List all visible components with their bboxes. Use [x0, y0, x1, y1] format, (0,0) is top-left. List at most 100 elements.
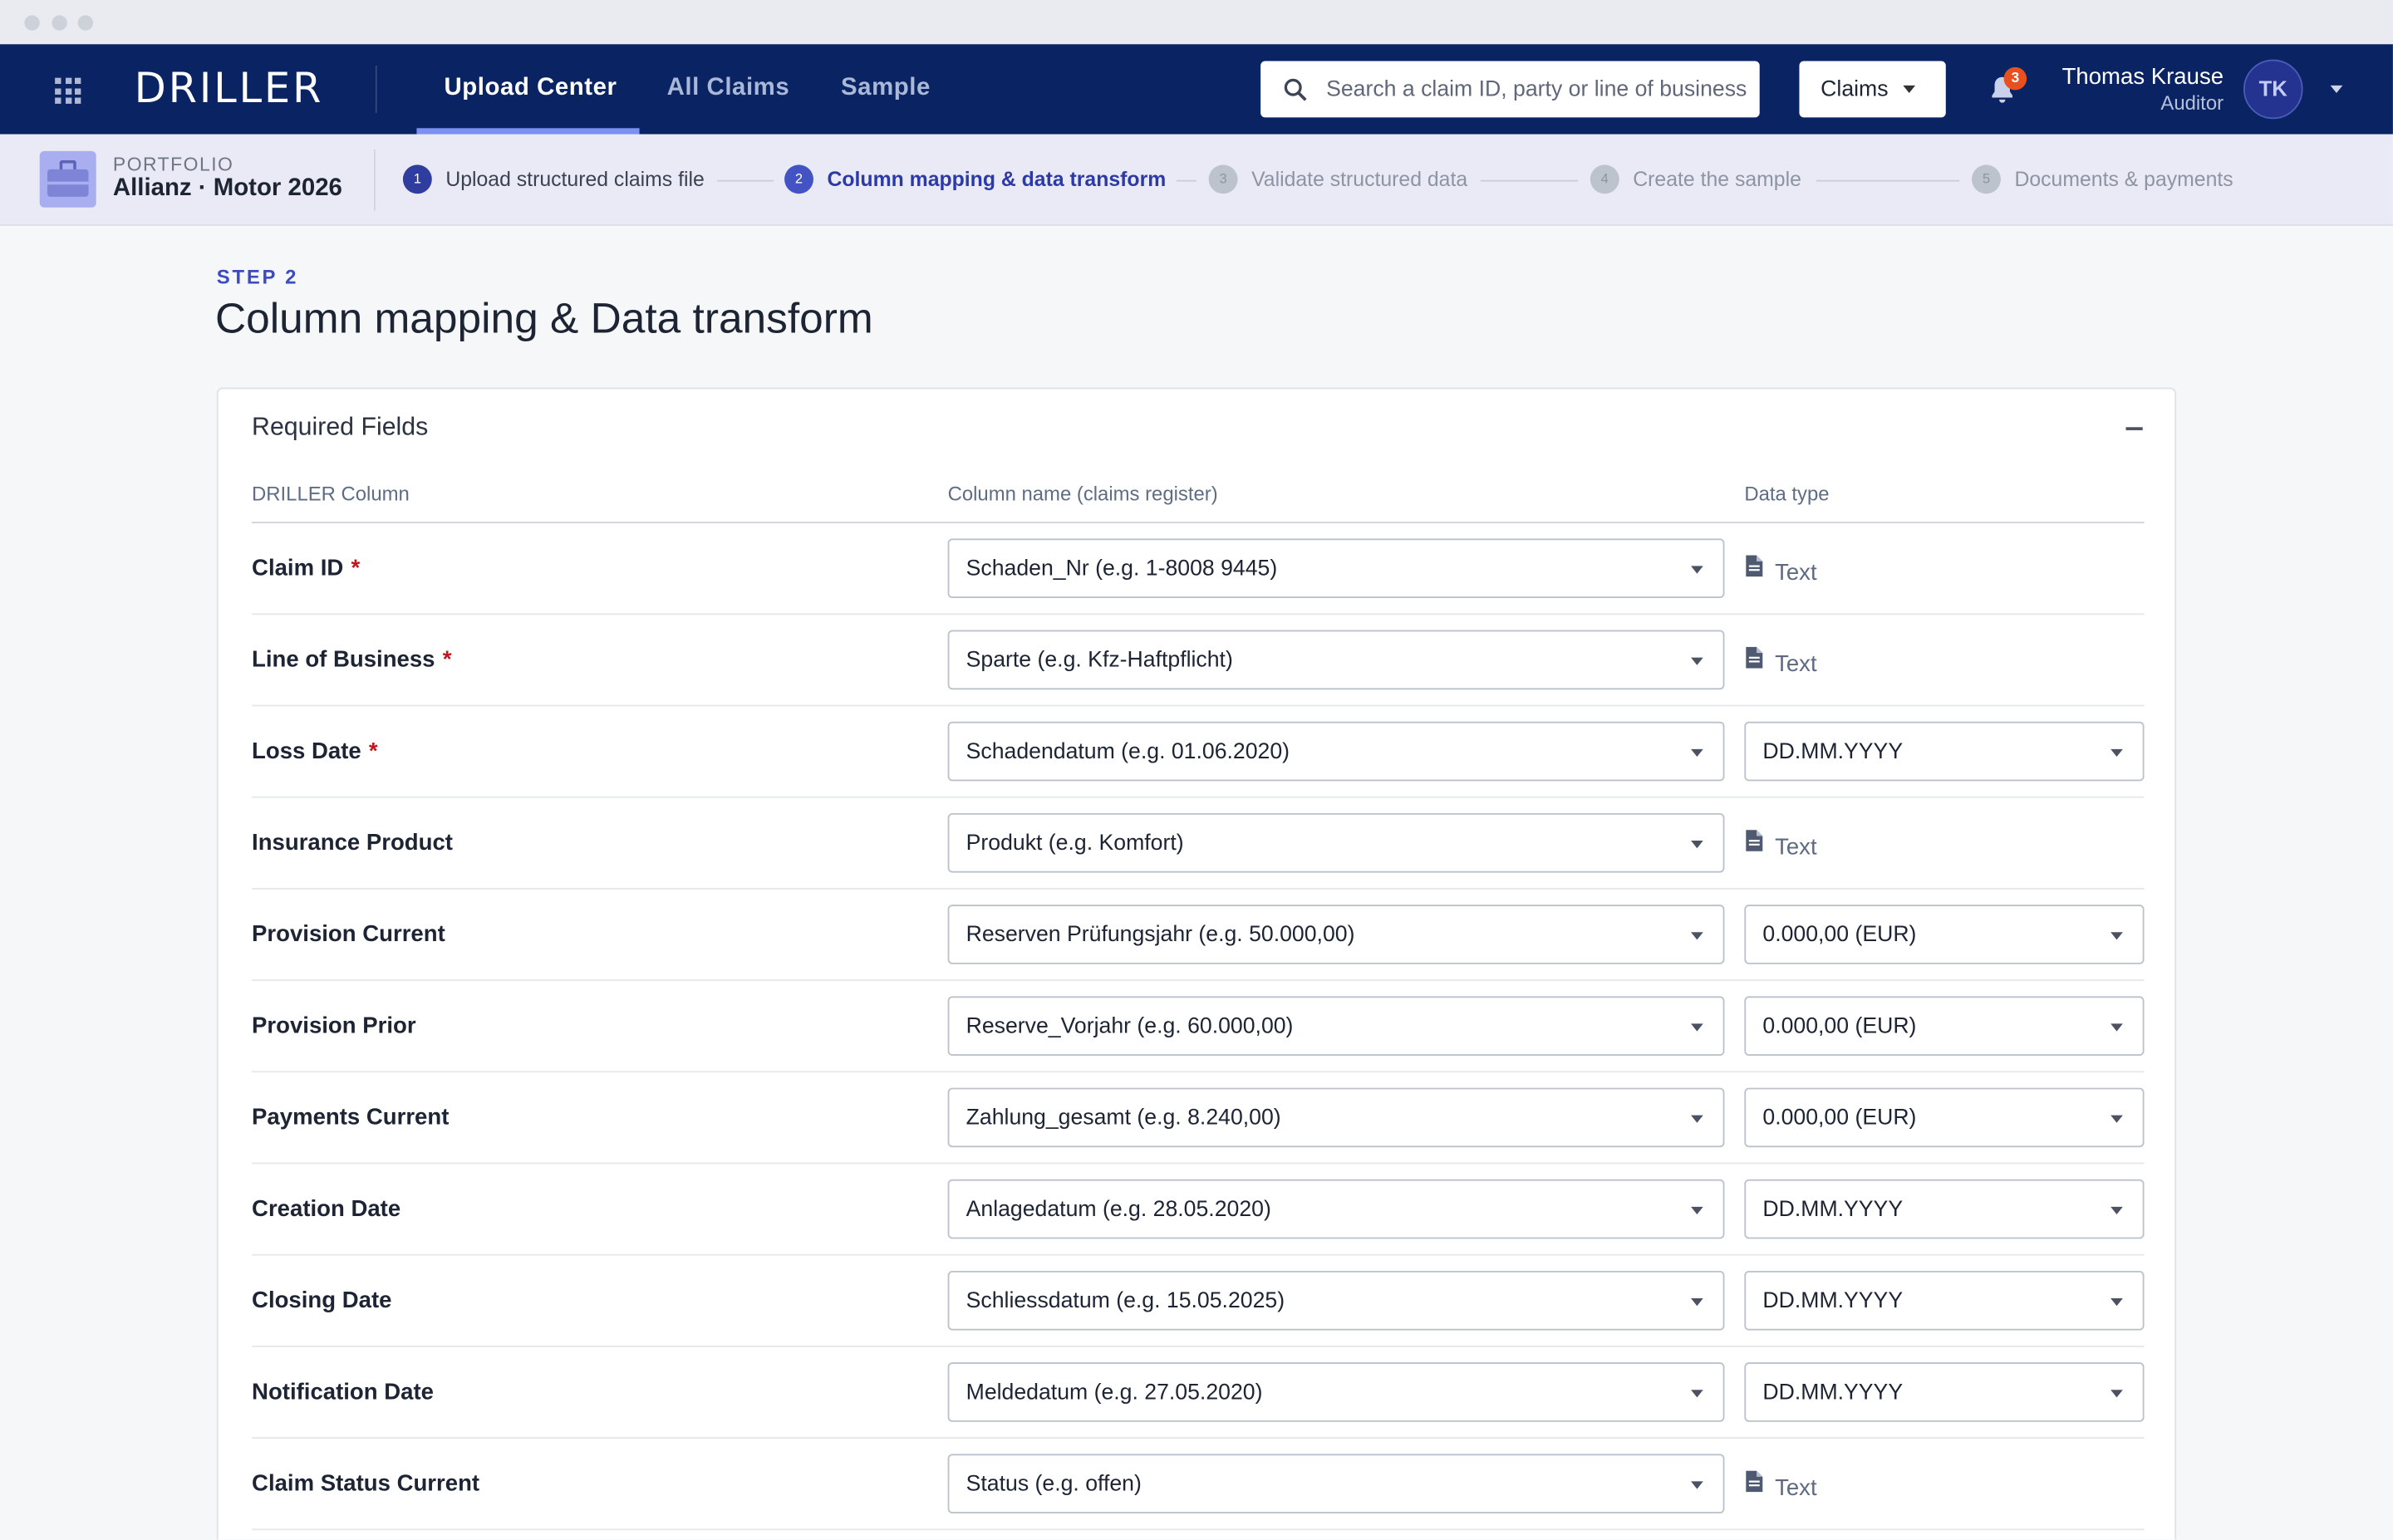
chevron-down-icon — [2110, 1115, 2123, 1123]
column-select[interactable]: Produkt (e.g. Komfort) — [947, 812, 1725, 873]
field-label-text: Notification Date — [252, 1379, 434, 1405]
row-divider — [252, 1162, 2145, 1165]
field-label: Creation Date — [252, 1196, 408, 1222]
collapse-icon[interactable] — [2125, 427, 2143, 430]
search-input[interactable]: Search a claim ID, party or line of busi… — [1260, 61, 1760, 118]
row-divider — [252, 979, 2145, 981]
document-icon — [1746, 646, 1763, 669]
avatar[interactable]: TK — [2243, 59, 2303, 120]
column-select[interactable]: Reserve_Vorjahr (e.g. 60.000,00) — [947, 996, 1725, 1056]
user-role: Auditor — [2160, 91, 2224, 115]
data-type-select[interactable]: 0.000,00 (EUR) — [1744, 905, 2145, 964]
data-type-select[interactable]: DD.MM.YYYY — [1744, 1270, 2145, 1331]
chevron-down-icon — [1691, 932, 1703, 940]
field-label: Closing Date — [252, 1287, 400, 1313]
document-icon — [1746, 830, 1763, 851]
row-divider — [252, 887, 2145, 890]
field-label-text: Loss Date — [252, 738, 361, 765]
chevron-down-icon — [1691, 566, 1703, 574]
column-select-value: Schadendatum (e.g. 01.06.2020) — [966, 739, 1290, 765]
data-type-select[interactable]: DD.MM.YYYY — [1744, 1362, 2145, 1422]
column-select-value: Status (e.g. offen) — [966, 1472, 1142, 1497]
column-select[interactable]: Schliessdatum (e.g. 15.05.2025) — [947, 1270, 1725, 1331]
field-label: Notification Date — [252, 1379, 441, 1405]
step-connector — [1480, 179, 1579, 182]
logo[interactable]: DRILLER — [135, 66, 324, 113]
chevron-down-icon — [2110, 1390, 2123, 1398]
briefcase-icon — [39, 150, 96, 208]
chevron-down-icon — [1691, 841, 1703, 849]
row-divider — [252, 613, 2145, 616]
data-type-select[interactable]: 0.000,00 (EUR) — [1744, 996, 2145, 1056]
data-type-label: Text — [1775, 560, 1817, 586]
user-name: Thomas Krause — [2061, 64, 2224, 91]
app-grid-icon[interactable] — [55, 77, 81, 104]
portfolio-name[interactable]: Allianz · Motor 2026 — [113, 175, 342, 203]
step-kicker: STEP 2 — [216, 265, 299, 289]
column-header-data-type: Data type — [1744, 482, 1830, 505]
nav-all-claims[interactable]: All Claims — [667, 75, 790, 102]
step-connector — [717, 179, 774, 182]
chevron-down-icon — [1691, 1298, 1703, 1307]
column-select[interactable]: Anlagedatum (e.g. 28.05.2020) — [947, 1179, 1725, 1239]
document-icon — [1746, 1470, 1763, 1493]
data-type-select-value: 0.000,00 (EUR) — [1762, 1106, 1917, 1130]
column-select-value: Sparte (e.g. Kfz-Haftpflicht) — [966, 648, 1233, 673]
data-type-label: Text — [1775, 834, 1817, 861]
field-label: Line of Business * — [252, 647, 451, 673]
required-marker: * — [442, 646, 452, 673]
section-title: Required Fields — [252, 413, 429, 441]
column-select[interactable]: Schaden_Nr (e.g. 1-8008 9445) — [947, 538, 1725, 598]
window-dot[interactable] — [24, 15, 40, 31]
nav-sample[interactable]: Sample — [841, 75, 931, 102]
column-select[interactable]: Zahlung_gesamt (e.g. 8.240,00) — [947, 1087, 1725, 1148]
field-label-text: Claim ID — [252, 555, 344, 581]
row-divider — [252, 1528, 2145, 1531]
step-connector — [1816, 179, 1960, 182]
row-divider — [252, 796, 2145, 798]
chevron-down-icon — [1903, 85, 1916, 94]
field-label: Provision Prior — [252, 1013, 424, 1039]
field-label-text: Insurance Product — [252, 830, 453, 856]
scope-select[interactable]: Claims — [1799, 61, 1946, 118]
column-select-value: Anlagedatum (e.g. 28.05.2020) — [966, 1197, 1271, 1223]
app-root: DRILLER Upload Center All Claims Sample … — [0, 0, 2393, 1540]
stepper-bar: PORTFOLIO Allianz · Motor 2026 1 Upload … — [0, 134, 2393, 226]
column-select-value: Schliessdatum (e.g. 15.05.2025) — [966, 1289, 1285, 1314]
step-number: 1 — [402, 164, 432, 194]
chevron-down-icon — [2110, 932, 2123, 940]
column-select[interactable]: Meldedatum (e.g. 27.05.2020) — [947, 1362, 1725, 1422]
data-type-select[interactable]: DD.MM.YYYY — [1744, 721, 2145, 782]
field-label-text: Provision Current — [252, 921, 445, 948]
data-type-select[interactable]: 0.000,00 (EUR) — [1744, 1087, 2145, 1148]
column-select-value: Produkt (e.g. Komfort) — [966, 831, 1184, 856]
window-dot[interactable] — [52, 15, 67, 31]
notification-badge: 3 — [2003, 66, 2027, 91]
chevron-down-icon — [1691, 1023, 1703, 1032]
user-menu-chevron-icon[interactable] — [2330, 85, 2343, 94]
column-select[interactable]: Sparte (e.g. Kfz-Haftpflicht) — [947, 630, 1725, 690]
data-type-select-value: DD.MM.YYYY — [1762, 1197, 1904, 1223]
chevron-down-icon — [2110, 1023, 2123, 1032]
window-chrome — [0, 0, 2393, 45]
column-header-source: Column name (claims register) — [947, 482, 1218, 505]
nav-upload-center[interactable]: Upload Center — [444, 75, 617, 102]
nav-divider — [375, 65, 377, 113]
data-type-select-value: 0.000,00 (EUR) — [1762, 923, 1917, 948]
column-select[interactable]: Status (e.g. offen) — [947, 1454, 1725, 1514]
step-connector — [1177, 179, 1196, 182]
page-title: Column mapping & Data transform — [214, 294, 873, 342]
window-dot[interactable] — [77, 15, 94, 31]
column-header-driller: DRILLER Column — [252, 482, 410, 505]
data-type-select-value: 0.000,00 (EUR) — [1762, 1014, 1917, 1039]
step-number: 3 — [1208, 164, 1238, 194]
chevron-down-icon — [1691, 657, 1703, 665]
header-divider — [252, 522, 2145, 523]
field-label-text: Creation Date — [252, 1195, 401, 1223]
column-select[interactable]: Schadendatum (e.g. 01.06.2020) — [947, 721, 1725, 782]
scope-select-value: Claims — [1821, 77, 1889, 103]
column-select[interactable]: Reserven Prüfungsjahr (e.g. 50.000,00) — [947, 905, 1725, 964]
step-number: 4 — [1590, 164, 1619, 194]
data-type-select[interactable]: DD.MM.YYYY — [1744, 1179, 2145, 1239]
active-tab-indicator — [416, 128, 640, 135]
